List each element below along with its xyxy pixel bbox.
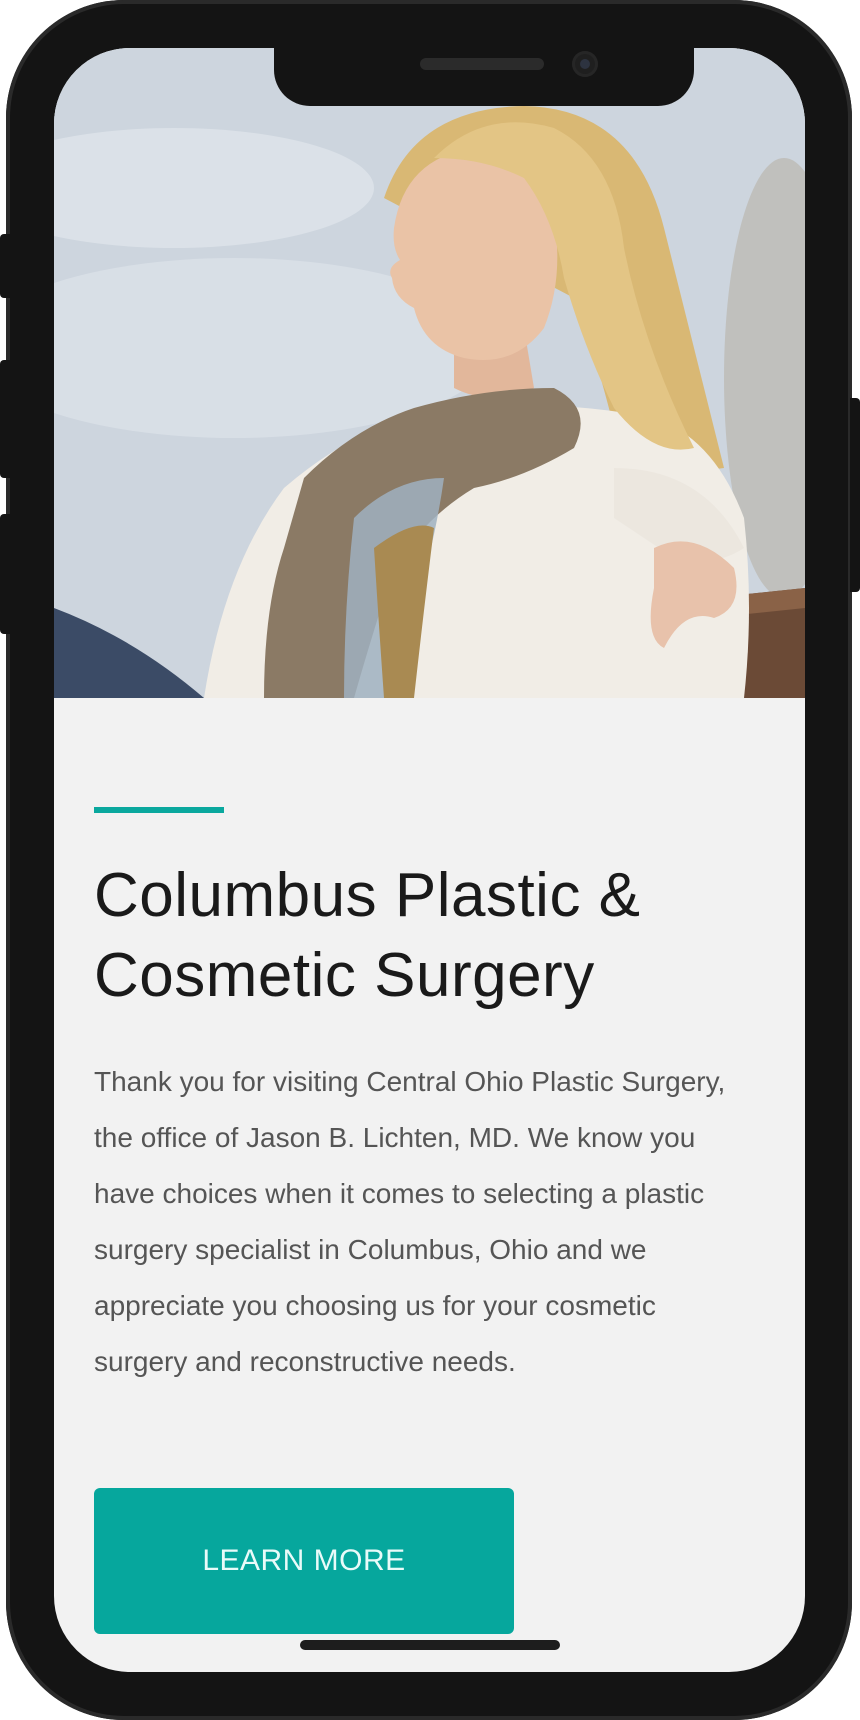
volume-down-button — [0, 514, 10, 634]
front-camera-icon — [572, 51, 598, 77]
accent-divider — [94, 807, 224, 813]
volume-up-button — [0, 360, 10, 478]
hero-photo-woman-outdoors — [54, 48, 805, 698]
home-indicator[interactable] — [300, 1640, 560, 1650]
hero-image — [54, 48, 805, 698]
device-notch — [274, 48, 694, 106]
phone-screen: Columbus Plastic & Cosmetic Surgery Than… — [54, 48, 805, 1672]
power-button — [850, 398, 860, 592]
intro-paragraph: Thank you for visiting Central Ohio Plas… — [94, 1066, 726, 1377]
learn-more-button[interactable]: LEARN MORE — [94, 1488, 514, 1634]
page-title: Columbus Plastic & Cosmetic Surgery — [94, 861, 641, 1010]
mute-switch — [0, 234, 10, 298]
earpiece-speaker — [420, 58, 544, 70]
